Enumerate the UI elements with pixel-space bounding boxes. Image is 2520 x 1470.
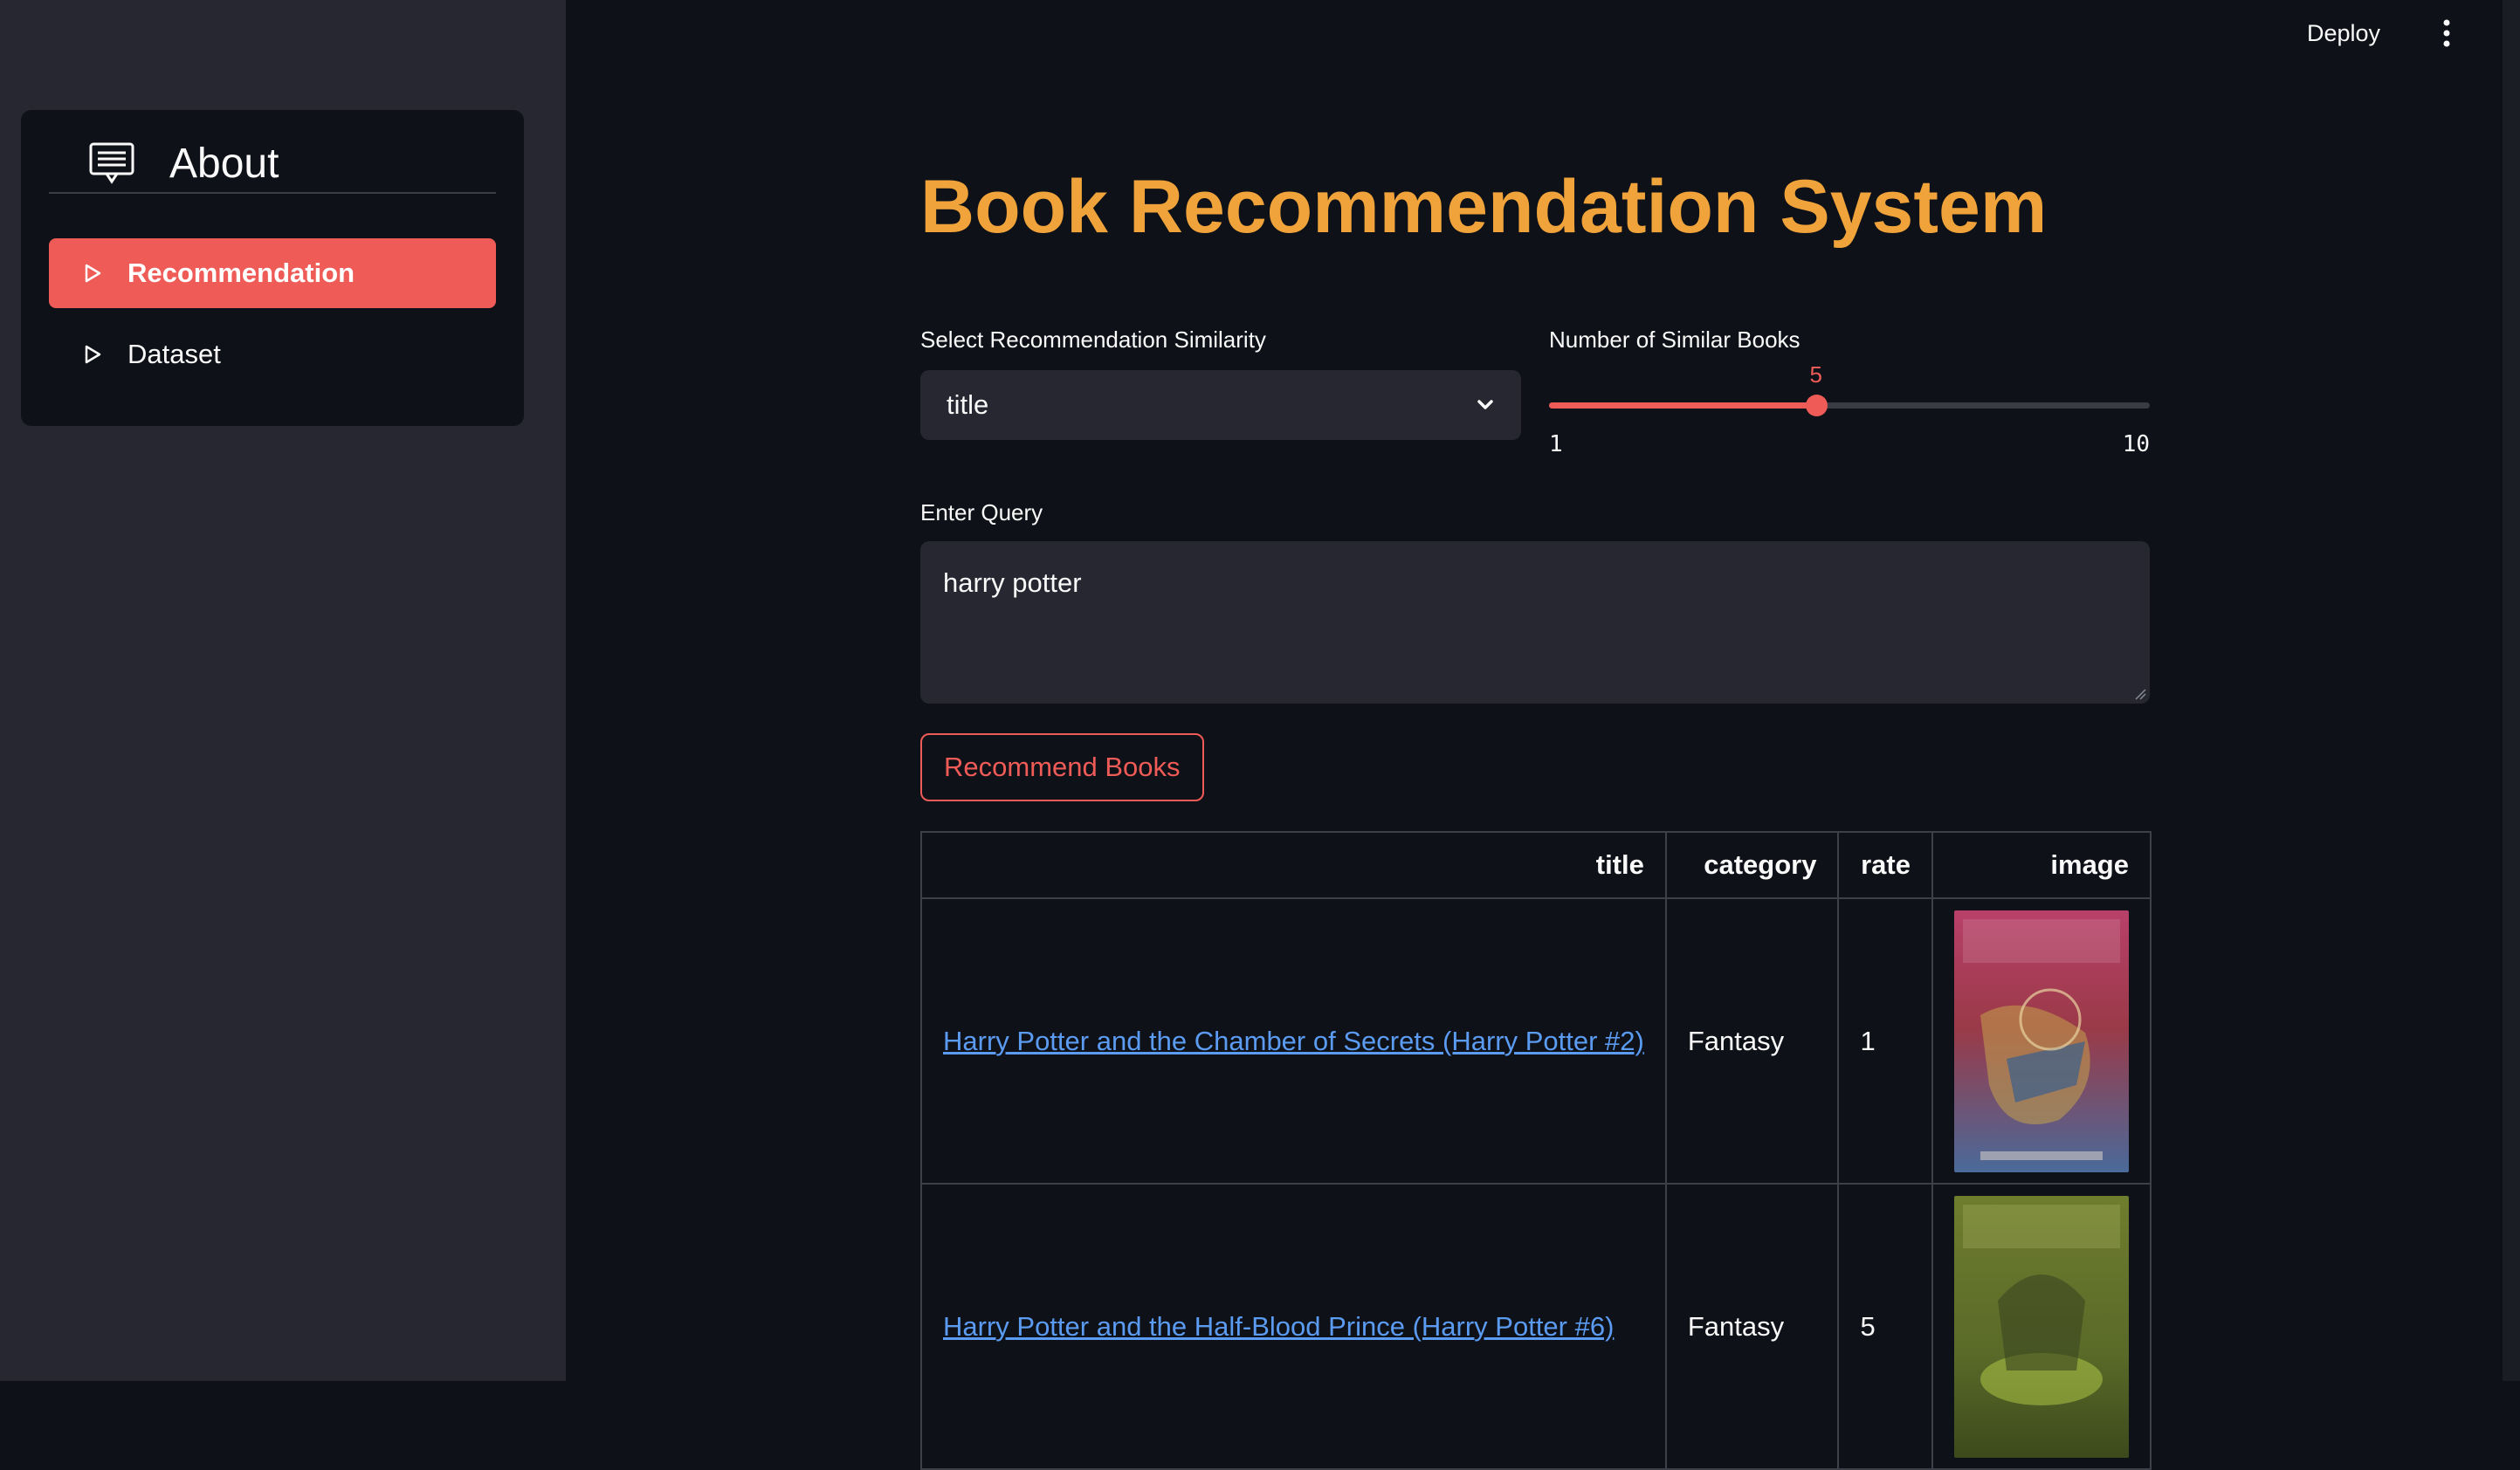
table-cell-title: Harry Potter and the Half-Blood Prince (… xyxy=(920,1183,1667,1470)
table-cell-rate: 1 xyxy=(1837,897,1933,1185)
chevron-down-icon xyxy=(1477,400,1493,409)
query-label: Enter Query xyxy=(920,499,1043,525)
table-cell-category: Fantasy xyxy=(1664,1183,1840,1470)
option-menu: About Recommendation Dataset xyxy=(21,110,524,426)
book-title-link[interactable]: Harry Potter and the Chamber of Secrets … xyxy=(943,1026,1644,1056)
num-books-slider-thumb[interactable] xyxy=(1805,395,1828,416)
num-books-slider-max: 10 xyxy=(2122,431,2150,457)
table-row: Harry Potter and the Chamber of Secrets … xyxy=(920,897,2152,1185)
num-books-slider-min: 1 xyxy=(1549,431,1563,457)
resize-grip-icon[interactable] xyxy=(2134,688,2146,700)
sidebar-item-dataset[interactable]: Dataset xyxy=(49,319,496,389)
vertical-ellipsis-icon[interactable] xyxy=(2433,16,2461,51)
table-cell-category: Fantasy xyxy=(1664,897,1840,1185)
vertical-scrollbar[interactable] xyxy=(2503,0,2520,1381)
column-header-rate: rate xyxy=(1837,831,1933,899)
menu-header: About xyxy=(49,134,496,194)
num-books-label: Number of Similar Books xyxy=(1549,326,1800,353)
recommend-books-button[interactable]: Recommend Books xyxy=(920,733,1204,801)
table-row: Harry Potter and the Half-Blood Prince (… xyxy=(920,1183,2152,1470)
book-title-link[interactable]: Harry Potter and the Half-Blood Prince (… xyxy=(943,1311,1614,1342)
play-triangle-icon xyxy=(85,264,101,283)
column-header-image: image xyxy=(1931,831,2152,899)
column-header-category: category xyxy=(1664,831,1840,899)
num-books-slider-track[interactable] xyxy=(1549,402,2150,409)
num-books-slider-fill xyxy=(1549,402,1816,409)
deploy-button[interactable]: Deploy xyxy=(2307,16,2380,51)
sidebar: About Recommendation Dataset xyxy=(0,0,566,1381)
menu-header-icon xyxy=(89,142,134,184)
book-cover-chamber-of-secrets xyxy=(1953,910,2129,1172)
table-cell-image xyxy=(1931,1183,2152,1470)
similarity-label: Select Recommendation Similarity xyxy=(920,326,1266,353)
book-cover-half-blood-prince xyxy=(1953,1195,2129,1458)
page-title: Book Recommendation System xyxy=(920,165,2048,249)
num-books-slider-value: 5 xyxy=(1809,361,1822,388)
sidebar-item-label: Dataset xyxy=(127,339,221,369)
sidebar-item-label: Recommendation xyxy=(127,258,355,288)
column-header-title: title xyxy=(920,831,1667,899)
table-cell-title: Harry Potter and the Chamber of Secrets … xyxy=(920,897,1667,1185)
similarity-select[interactable]: title xyxy=(920,370,1521,440)
results-table: title category rate image Harry Potter a… xyxy=(920,831,2152,1470)
query-textarea[interactable]: harry potter xyxy=(920,541,2150,704)
sidebar-item-recommendation[interactable]: Recommendation xyxy=(49,238,496,308)
query-text: harry potter xyxy=(943,567,1082,598)
table-header-row: title category rate image xyxy=(920,831,2152,899)
table-cell-image xyxy=(1931,897,2152,1185)
menu-title: About xyxy=(169,140,279,187)
table-cell-rate: 5 xyxy=(1837,1183,1933,1470)
similarity-select-value: title xyxy=(947,389,989,420)
play-triangle-icon xyxy=(85,345,101,364)
